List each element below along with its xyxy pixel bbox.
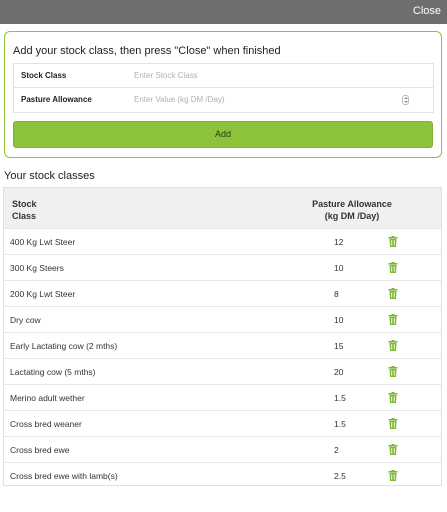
trash-icon[interactable] [388,470,398,481]
trash-icon[interactable] [388,314,398,325]
trash-icon[interactable] [388,444,398,455]
pasture-allowance-value: 10 [334,315,344,325]
table-row: Cross bred ewe with lamb(s) 2.5 [4,462,441,486]
pasture-allowance-value: 1.5 [334,419,346,429]
table-header: Stock Class Pasture Allowance (kg DM /Da… [4,187,441,228]
pasture-allowance-value: 15 [334,341,344,351]
table-row: 400 Kg Lwt Steer 12 [4,228,441,254]
pasture-allowance-value: 2.5 [334,471,346,481]
table-row: Early Lactating cow (2 mths) 15 [4,332,441,358]
stock-class-name: Cross bred ewe with lamb(s) [10,471,118,481]
table-row: Cross bred weaner 1.5 [4,410,441,436]
pasture-allowance-value: 8 [334,289,339,299]
stock-class-name: Dry cow [10,315,41,325]
table-row: Cross bred ewe 2 [4,436,441,462]
pa-header-line2: (kg DM /Day) [324,211,380,221]
trash-icon[interactable] [388,366,398,377]
stock-class-label: Stock Class [21,71,67,80]
stock-classes-title: Your stock classes [4,170,95,182]
pasture-allowance-label: Pasture Allowance [21,95,92,104]
add-stock-form: Stock Class Pasture Allowance [13,63,434,113]
stock-header-line2: Class [12,211,37,221]
table-row: Merino adult wether 1.5 [4,384,441,410]
pasture-allowance-input[interactable] [134,91,404,108]
trash-icon[interactable] [388,340,398,351]
stock-class-name: Merino adult wether [10,393,85,403]
stock-class-name: Cross bred ewe [10,445,70,455]
add-stock-class-panel: Add your stock class, then press "Close"… [4,31,442,158]
table-row: Lactating cow (5 mths) 20 [4,358,441,384]
stock-class-name: Lactating cow (5 mths) [10,367,96,377]
add-panel-heading: Add your stock class, then press "Close"… [13,45,281,57]
add-button[interactable]: Add [13,121,433,148]
stock-class-name: Early Lactating cow (2 mths) [10,341,118,351]
pasture-allowance-value: 12 [334,237,344,247]
number-stepper-icon[interactable] [402,95,409,105]
pasture-allowance-value: 10 [334,263,344,273]
table-row: Dry cow 10 [4,306,441,332]
pasture-allowance-value: 2 [334,445,339,455]
stock-class-name: 200 Kg Lwt Steer [10,289,76,299]
pa-header-line1: Pasture Allowance [312,199,392,209]
pasture-allowance-column-header: Pasture Allowance (kg DM /Day) [309,198,395,222]
stock-class-column-header: Stock Class [12,198,52,222]
trash-icon[interactable] [388,236,398,247]
stock-class-name: Cross bred weaner [10,419,82,429]
trash-icon[interactable] [388,392,398,403]
pasture-allowance-value: 20 [334,367,344,377]
top-bar: Close [0,0,447,24]
trash-icon[interactable] [388,418,398,429]
pasture-allowance-value: 1.5 [334,393,346,403]
stock-class-input[interactable] [134,67,404,84]
stock-class-row: Stock Class [14,64,433,88]
trash-icon[interactable] [388,262,398,273]
table-row: 200 Kg Lwt Steer 8 [4,280,441,306]
pasture-allowance-row: Pasture Allowance [14,88,433,112]
stock-class-name: 400 Kg Lwt Steer [10,237,76,247]
stock-class-name: 300 Kg Steers [10,263,64,273]
close-button[interactable]: Close [413,5,441,17]
trash-icon[interactable] [388,288,398,299]
stock-classes-table: Stock Class Pasture Allowance (kg DM /Da… [3,187,442,486]
stock-header-line1: Stock [12,199,37,209]
table-row: 300 Kg Steers 10 [4,254,441,280]
